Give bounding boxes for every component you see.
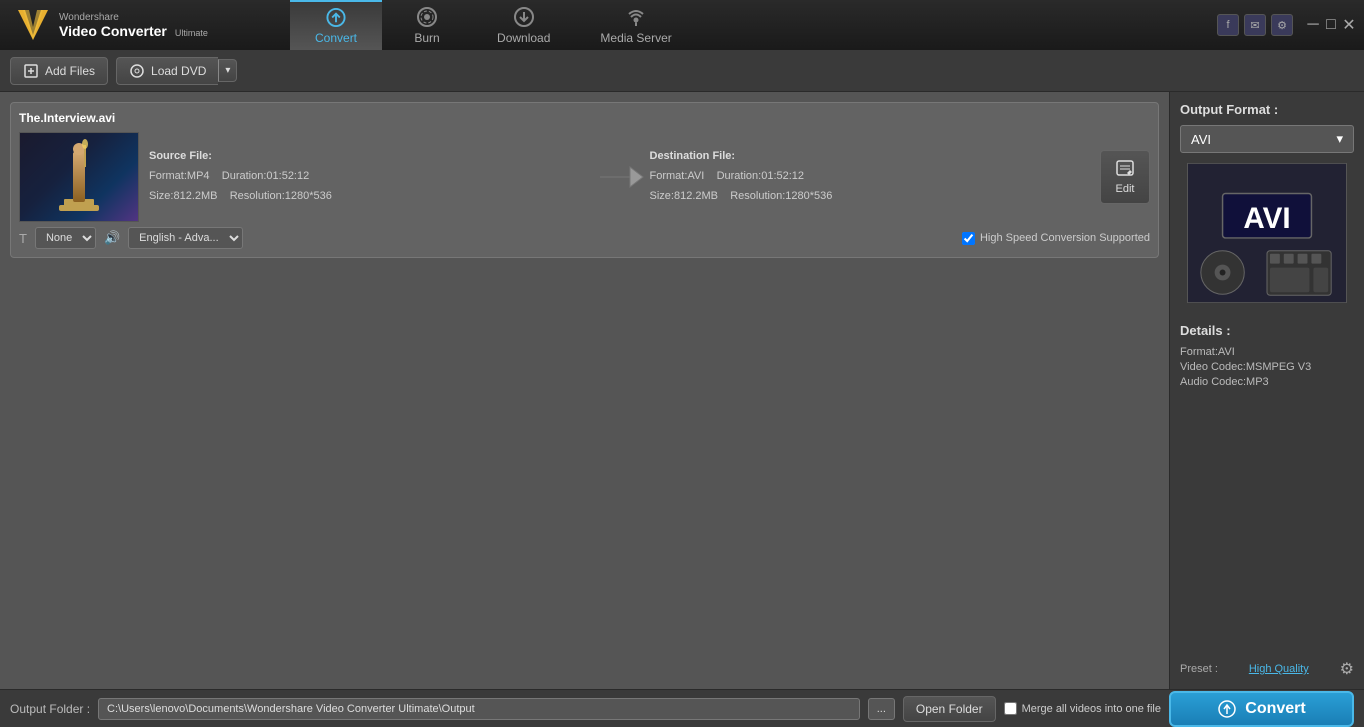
preset-label: Preset :: [1180, 663, 1218, 675]
output-folder-input[interactable]: [98, 698, 860, 720]
file-title: The.Interview.avi: [19, 111, 1150, 125]
source-info: Source File: Format:MP4 Duration:01:52:1…: [149, 147, 590, 206]
logo-text: Wondershare Video Converter Ultimate: [59, 12, 208, 39]
tab-burn-label: Burn: [414, 31, 439, 45]
nav-tabs: Convert Burn Download: [290, 0, 1212, 50]
convert-button[interactable]: Convert: [1169, 691, 1354, 727]
convert-button-label: Convert: [1245, 700, 1305, 718]
bottom-bar: Output Folder : ... Open Folder Merge al…: [0, 689, 1364, 727]
output-format-heading: Output Format :: [1180, 102, 1354, 117]
facebook-icon[interactable]: f: [1217, 14, 1239, 36]
edition-label: Ultimate: [175, 28, 208, 38]
arrow-svg: [595, 157, 645, 197]
high-speed-checkbox[interactable]: [962, 232, 975, 245]
details-section: Details : Format:AVI Video Codec:MSMPEG …: [1180, 323, 1354, 649]
logo-area: Wondershare Video Converter Ultimate: [0, 0, 290, 50]
thumbnail-artwork: [49, 137, 109, 217]
edit-icon: [1115, 159, 1135, 179]
convert-nav-icon: [325, 7, 347, 28]
tab-download[interactable]: Download: [472, 0, 575, 50]
format-selector-value: AVI: [1191, 132, 1211, 147]
right-panel: Output Format : AVI ▾ AVI: [1169, 92, 1364, 689]
window-controls: ─ □ ✕: [1298, 0, 1364, 50]
file-item: The.Interview.avi: [10, 102, 1159, 258]
app-settings-icon[interactable]: ⚙: [1271, 14, 1293, 36]
preset-row: Preset : High Quality ⚙: [1180, 649, 1354, 679]
detail-format: Format:AVI: [1180, 346, 1354, 358]
output-folder-label: Output Folder :: [10, 702, 90, 716]
source-size: Size:812.2MB Resolution:1280*536: [149, 187, 590, 207]
message-icon[interactable]: ✉: [1244, 14, 1266, 36]
format-dropdown-arrow-icon: ▾: [1336, 131, 1343, 147]
tab-media-server-label: Media Server: [600, 31, 671, 45]
tab-download-label: Download: [497, 31, 550, 45]
main-layout: The.Interview.avi: [0, 92, 1364, 689]
format-preview-svg: AVI: [1188, 163, 1346, 303]
convert-button-icon: [1217, 699, 1237, 719]
content-area: The.Interview.avi: [0, 92, 1169, 689]
tab-burn[interactable]: Burn: [382, 0, 472, 50]
load-dvd-split-button: Load DVD ▾: [116, 57, 237, 85]
detail-video-codec: Video Codec:MSMPEG V3: [1180, 361, 1354, 373]
edit-label: Edit: [1116, 183, 1135, 195]
load-dvd-dropdown-button[interactable]: ▾: [218, 59, 237, 82]
edit-button[interactable]: Edit: [1100, 150, 1150, 204]
load-dvd-label: Load DVD: [151, 64, 206, 78]
high-speed-label[interactable]: High Speed Conversion Supported: [962, 232, 1150, 245]
dest-label: Destination File:: [650, 147, 1091, 167]
merge-label-text: Merge all videos into one file: [1022, 703, 1161, 715]
audio-track-select[interactable]: English - Adva...: [128, 227, 243, 249]
burn-nav-icon: [416, 6, 438, 28]
dest-size: Size:812.2MB Resolution:1280*536: [650, 187, 1091, 207]
conversion-arrow-icon: [590, 157, 650, 197]
app-logo-icon: [15, 7, 51, 43]
subtitle-prefix-icon: T: [19, 231, 27, 246]
merge-checkbox[interactable]: [1004, 702, 1017, 715]
maximize-button[interactable]: □: [1324, 18, 1338, 32]
subtitle-select[interactable]: None: [35, 227, 96, 249]
preset-value-link[interactable]: High Quality: [1249, 663, 1309, 675]
add-files-button[interactable]: Add Files: [10, 57, 108, 85]
brand-name: Wondershare: [59, 12, 208, 23]
product-name: Video Converter: [59, 23, 167, 39]
load-dvd-icon: [129, 63, 145, 79]
source-label: Source File:: [149, 147, 590, 167]
close-button[interactable]: ✕: [1342, 18, 1356, 32]
details-heading: Details :: [1180, 323, 1354, 338]
settings-gear-icon[interactable]: ⚙: [1340, 659, 1354, 679]
media-server-nav-icon: [625, 6, 647, 28]
add-files-icon: [23, 63, 39, 79]
file-info: Source File: Format:MP4 Duration:01:52:1…: [149, 147, 1090, 206]
source-format: Format:MP4 Duration:01:52:12: [149, 167, 590, 187]
browse-button[interactable]: ...: [868, 698, 895, 720]
tab-convert-label: Convert: [315, 31, 357, 45]
tab-convert[interactable]: Convert: [290, 0, 382, 50]
open-folder-button[interactable]: Open Folder: [903, 696, 996, 722]
download-nav-icon: [513, 6, 535, 28]
social-area: f ✉ ⚙: [1212, 0, 1298, 50]
format-preview: AVI: [1187, 163, 1347, 303]
destination-info: Destination File: Format:AVI Duration:01…: [650, 147, 1091, 206]
toolbar: Add Files Load DVD ▾: [0, 50, 1364, 92]
minimize-button[interactable]: ─: [1306, 18, 1320, 32]
dest-format: Format:AVI Duration:01:52:12: [650, 167, 1091, 187]
svg-text:AVI: AVI: [1243, 202, 1290, 235]
add-files-label: Add Files: [45, 64, 95, 78]
merge-check-label[interactable]: Merge all videos into one file: [1004, 702, 1161, 715]
tab-media-server[interactable]: Media Server: [575, 0, 696, 50]
file-item-footer: T None 🔊 English - Adva... High Speed Co…: [19, 227, 1150, 249]
load-dvd-button[interactable]: Load DVD: [116, 57, 218, 85]
thumbnail-bg: [20, 132, 138, 222]
format-selector-dropdown[interactable]: AVI ▾: [1180, 125, 1354, 153]
detail-audio-codec: Audio Codec:MP3: [1180, 376, 1354, 388]
file-item-body: Source File: Format:MP4 Duration:01:52:1…: [19, 132, 1150, 222]
file-thumbnail: [19, 132, 139, 222]
audio-prefix-icon: 🔊: [104, 230, 120, 246]
titlebar: Wondershare Video Converter Ultimate Con…: [0, 0, 1364, 50]
